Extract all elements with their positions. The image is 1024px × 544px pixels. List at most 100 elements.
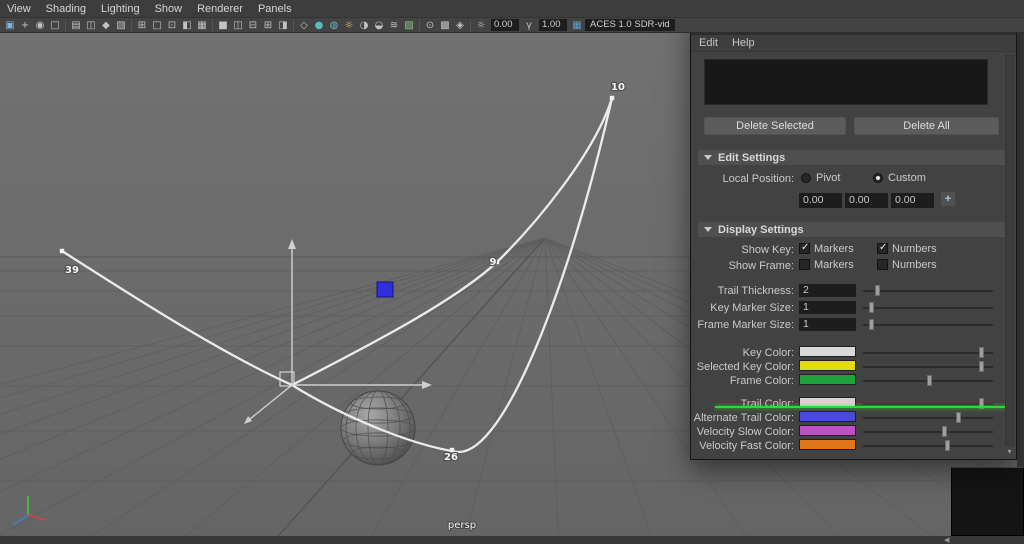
select-tool-icon[interactable]: ▣ xyxy=(3,19,17,32)
menu-renderer[interactable]: Renderer xyxy=(197,3,243,15)
menu-view[interactable]: View xyxy=(7,3,31,15)
view-transform-icon[interactable]: ▦ xyxy=(570,19,584,32)
color-slider-track[interactable] xyxy=(863,360,993,373)
toolbar-separator xyxy=(419,19,420,31)
anti-aliasing-icon[interactable]: ▨ xyxy=(402,19,416,32)
camera-icon[interactable]: ▤ xyxy=(69,19,83,32)
exposure-icon[interactable]: ☼ xyxy=(474,19,488,32)
trail-key-number: 10 xyxy=(611,82,625,93)
field-chart-icon[interactable]: ▦ xyxy=(195,19,209,32)
menu-lighting[interactable]: Lighting xyxy=(101,3,140,15)
motion-trail[interactable] xyxy=(59,95,615,454)
color-slider-handle[interactable] xyxy=(956,412,961,423)
camera-bookmark-icon[interactable]: ◆ xyxy=(99,19,113,32)
view-transform-label[interactable]: ACES 1.0 SDR-vid xyxy=(585,19,675,31)
camera-label: persp xyxy=(448,520,476,531)
manipulator-x-arrow-icon[interactable] xyxy=(422,381,432,389)
color-swatch[interactable] xyxy=(799,439,856,450)
layout-single-pane-icon[interactable]: ■ xyxy=(216,19,230,32)
layout-outliner-persp-icon[interactable]: ◨ xyxy=(276,19,290,32)
selected-key-cube[interactable] xyxy=(376,281,394,298)
color-label: Velocity Fast Color: xyxy=(699,439,794,452)
gamma-field[interactable]: 1.00 xyxy=(539,19,567,31)
xray-icon[interactable]: ▩ xyxy=(438,19,452,32)
color-row: Key Color: xyxy=(691,346,1016,360)
right-edge-strip xyxy=(1017,33,1024,536)
manipulator-z-arrow-icon[interactable] xyxy=(244,416,252,424)
color-label: Frame Color: xyxy=(729,374,794,387)
shadows-icon[interactable]: ◑ xyxy=(357,19,371,32)
motion-blur-icon[interactable]: ≋ xyxy=(387,19,401,32)
scroll-left-icon[interactable]: ◀ xyxy=(944,536,949,544)
color-row: Trail Color: xyxy=(691,397,1016,411)
motion-trail-editor-window: Motion Trail Editor — □ ✕ Edit Help Dele… xyxy=(690,14,1017,460)
camera-lock-icon[interactable]: ◫ xyxy=(84,19,98,32)
color-label: Velocity Slow Color: xyxy=(696,425,794,438)
wireframe-on-shaded-icon[interactable]: ◈ xyxy=(453,19,467,32)
color-slider-handle[interactable] xyxy=(979,347,984,358)
color-slider-track[interactable] xyxy=(863,397,993,410)
wireframe-icon[interactable]: ◇ xyxy=(297,19,311,32)
toolbar-separator xyxy=(470,19,471,31)
motion-trail-numbers: 39 10 9 26 xyxy=(64,81,626,464)
gamma-icon[interactable]: γ xyxy=(522,19,536,32)
trail-key-marker[interactable] xyxy=(59,248,65,254)
color-label: Key Color: xyxy=(742,346,794,359)
image-plane-icon[interactable]: ▧ xyxy=(114,19,128,32)
color-swatch[interactable] xyxy=(799,346,856,357)
dolly-tool-icon[interactable]: □ xyxy=(48,19,62,32)
trail-key-number: 9 xyxy=(490,257,497,268)
track-tool-icon[interactable]: + xyxy=(18,19,32,32)
toolbar-separator xyxy=(293,19,294,31)
color-swatch[interactable] xyxy=(799,360,856,371)
layout-two-panes-stacked-icon[interactable]: ⊟ xyxy=(246,19,260,32)
color-slider-handle[interactable] xyxy=(942,426,947,437)
textured-icon[interactable]: ◍ xyxy=(327,19,341,32)
color-slider-handle[interactable] xyxy=(979,361,984,372)
isolate-select-icon[interactable]: ⊙ xyxy=(423,19,437,32)
use-all-lights-icon[interactable]: ☼ xyxy=(342,19,356,32)
menu-shading[interactable]: Shading xyxy=(46,3,86,15)
gate-mask-icon[interactable]: ◧ xyxy=(180,19,194,32)
menu-panels[interactable]: Panels xyxy=(258,3,292,15)
grid-icon[interactable]: ⊞ xyxy=(135,19,149,32)
toolbar-separator xyxy=(65,19,66,31)
tumble-tool-icon[interactable]: ◉ xyxy=(33,19,47,32)
screen-space-ao-icon[interactable]: ◒ xyxy=(372,19,386,32)
color-swatch[interactable] xyxy=(799,374,856,385)
color-slider-handle[interactable] xyxy=(945,440,950,451)
menu-show[interactable]: Show xyxy=(155,3,183,15)
color-slider-handle[interactable] xyxy=(927,375,932,386)
trail-key-number: 39 xyxy=(65,265,79,276)
color-slider-track[interactable] xyxy=(863,346,993,359)
layout-four-panes-icon[interactable]: ⊞ xyxy=(261,19,275,32)
bottom-scroll-bar[interactable]: ◀ xyxy=(0,536,1024,544)
smooth-shade-icon[interactable]: ● xyxy=(312,19,326,32)
color-label: Trail Color: xyxy=(740,397,794,410)
color-row: Selected Key Color: xyxy=(691,360,1016,374)
color-row: Frame Color: xyxy=(691,374,1016,388)
maya-window: View Shading Lighting Show Renderer Pane… xyxy=(0,0,1024,544)
resolution-gate-icon[interactable]: ⊡ xyxy=(165,19,179,32)
color-row: Alternate Trail Color: xyxy=(691,411,1016,425)
axis-orientation-gizmo xyxy=(12,496,48,526)
color-slider-track[interactable] xyxy=(863,439,993,452)
trail-key-marker[interactable] xyxy=(609,95,615,101)
motion-trail-path[interactable] xyxy=(290,96,614,454)
toolbar-separator xyxy=(212,19,213,31)
scroll-down-icon[interactable]: ▾ xyxy=(1005,447,1014,457)
color-swatch[interactable] xyxy=(799,425,856,436)
layout-two-panes-side-icon[interactable]: ◫ xyxy=(231,19,245,32)
editor-scrollbar[interactable] xyxy=(1005,55,1014,446)
color-swatch[interactable] xyxy=(799,411,856,422)
manipulator-y-arrow-icon[interactable] xyxy=(288,239,296,249)
secondary-panel xyxy=(951,467,1024,536)
color-slider-track[interactable] xyxy=(863,374,993,387)
color-row: Velocity Fast Color: xyxy=(691,439,1016,453)
color-slider-track[interactable] xyxy=(863,425,993,438)
film-gate-icon[interactable]: □ xyxy=(150,19,164,32)
color-label: Selected Key Color: xyxy=(696,360,794,373)
color-slider-track[interactable] xyxy=(863,411,993,424)
color-row: Velocity Slow Color: xyxy=(691,425,1016,439)
exposure-field[interactable]: 0.00 xyxy=(491,19,519,31)
